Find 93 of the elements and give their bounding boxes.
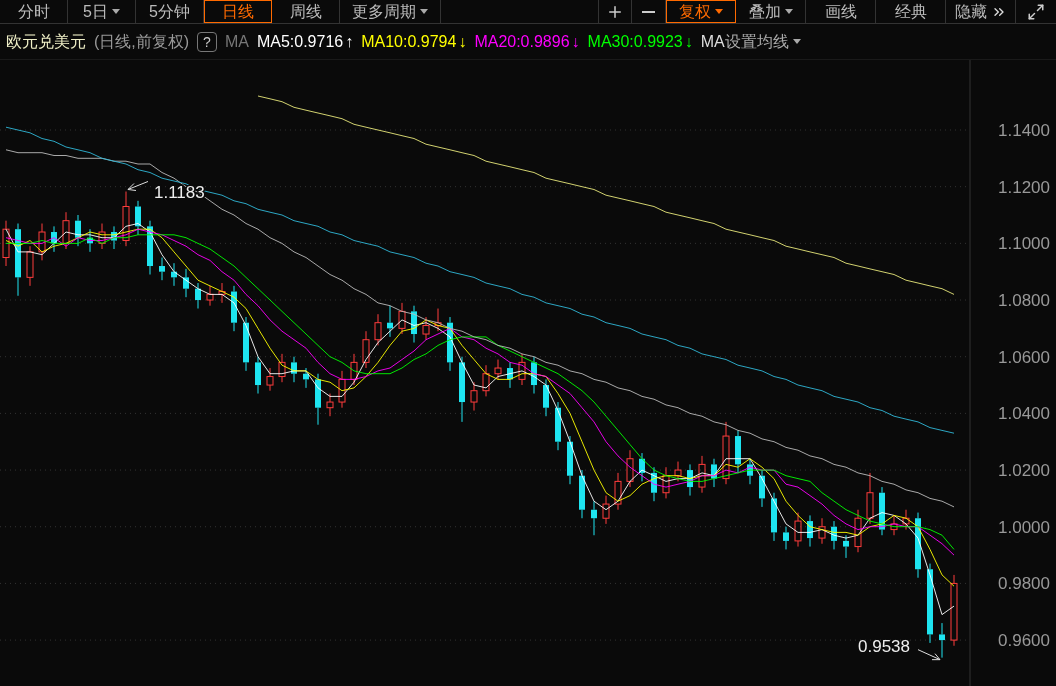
candlestick [255,356,261,395]
candlestick [794,512,802,548]
moving-average-value: MA20:0.9896 [474,31,570,52]
instrument-title: 欧元兑美元 [6,31,86,52]
dropdown-caret-icon [792,39,801,44]
candlestick [662,466,670,499]
candlestick [866,472,874,525]
toolbar-button[interactable]: 经典 [876,0,946,23]
candlestick [939,622,945,659]
candlestick [422,316,430,341]
toolbar-button[interactable]: 隐藏 [946,0,1016,23]
candlestick [195,282,201,310]
period-tab[interactable]: 5日 [68,0,136,23]
ma-settings-dropdown[interactable]: 设置均线 [724,29,801,54]
candlestick [518,353,526,386]
candlestick [543,378,549,417]
trend-arrow: ↓ [684,31,693,52]
ma-label: MA [224,31,249,52]
leader-line [127,181,149,191]
price-axis-label: 1.0000 [998,517,1050,537]
leader-line [917,649,941,661]
candlestick [459,356,465,423]
trend-arrow: ↑ [345,31,354,52]
price-axis-label: 1.0600 [998,347,1050,367]
price-axis-label: 1.0400 [998,404,1050,424]
price-axis-label: 1.1200 [998,177,1050,197]
candlestick [698,455,706,494]
period-tab[interactable]: 更多周期 [340,0,441,23]
candlestick [315,373,321,426]
candlestick [159,257,165,281]
candlestick [735,429,741,474]
candlestick [338,370,346,409]
candlestick [674,461,682,482]
trend-arrow: ↓ [458,31,467,52]
candlestick [854,509,862,553]
candlestick [470,381,478,412]
price-axis-label: 1.0800 [998,291,1050,311]
candlestick [927,563,933,644]
help-button[interactable]: ? [197,31,217,52]
candlestick [567,435,573,485]
candlestick [614,472,622,511]
toolbar-button[interactable]: 叠加 [736,0,806,23]
candlestick [843,534,849,559]
price-axis-label: 0.9600 [998,631,1050,651]
low-price-label: 0.9538 [858,636,910,656]
price-axis-label: 1.1000 [998,234,1050,254]
price-axis-label: 1.1400 [998,121,1050,140]
high-price-label: 1.1183 [154,183,205,203]
candlestick [266,367,274,392]
candlestick [890,514,898,536]
candlestick [2,220,10,267]
moving-average-value: MA5:0.9716 [256,31,344,52]
candlestick [326,393,334,417]
candlestick [602,495,610,525]
trend-arrow: ↓ [571,31,580,52]
toolbar-button[interactable]: 复权 [666,0,736,23]
candlestick [555,401,561,451]
candlestick [722,421,730,485]
candlestick [26,245,34,287]
candlestick [243,316,249,372]
candlestick [626,449,634,488]
minus-icon [642,10,655,13]
candlestick [902,509,910,531]
candlestick [38,223,46,261]
candlestick [206,285,214,307]
candlestick [771,492,777,542]
candlestick [122,190,130,247]
moving-average-value: MA10:0.9794 [361,31,457,52]
candlestick [783,526,789,550]
price-axis-label: 1.0200 [998,461,1050,481]
period-tab[interactable]: 分时 [0,0,68,23]
toolbar-button[interactable]: 画线 [806,0,876,23]
zoom-in-button[interactable] [598,0,632,23]
moving-average-value: MA30:0.9923 [587,31,683,52]
period-tab[interactable]: 日线 [204,0,272,23]
candlestick [278,353,286,383]
candlestick [950,574,958,647]
fullscreen-icon [1027,2,1045,21]
candlestick [818,517,826,545]
candlestick [579,469,585,519]
candlestick [398,302,406,335]
candlestick [374,313,382,346]
period-tab[interactable]: 5分钟 [136,0,204,23]
period-tab[interactable]: 周线 [272,0,340,23]
ma-label: MA [700,31,725,52]
candlestick [482,364,490,397]
candlestick [98,223,106,250]
candlestick [362,330,370,369]
candlestick [591,500,597,536]
candlestick [62,211,70,250]
candlestick [494,359,502,380]
price-axis-label: 0.9800 [998,574,1050,594]
chart-subtitle: (日线,前复权) [94,31,190,52]
